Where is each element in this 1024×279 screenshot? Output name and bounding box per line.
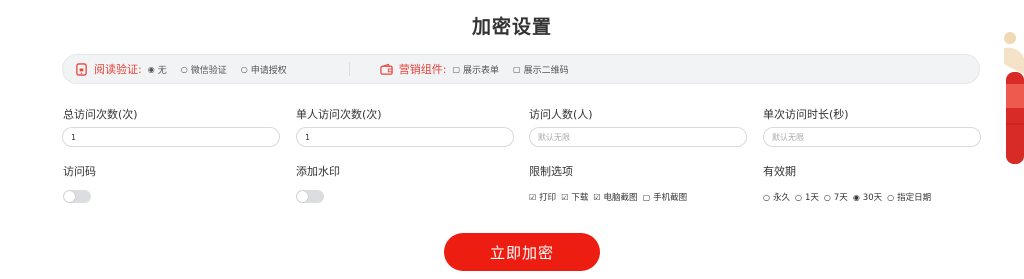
read-verify-option-wechat[interactable]: ○ 微信验证	[181, 63, 227, 76]
read-verify-label: 阅读验证:	[94, 63, 142, 76]
visit-duration-label: 单次访问时长(秒)	[763, 108, 849, 121]
validity-option-custom-date[interactable]: ○ 指定日期	[887, 191, 932, 204]
read-verify-group: 阅读验证: ◉ 无 ○ 微信验证 ○ 申请授权	[75, 61, 301, 77]
validity-options: ○ 永久 ○ 1天 ○ 7天 ◉ 30天 ○ 指定日期	[763, 191, 936, 204]
encrypt-now-button[interactable]: 立即加密	[444, 233, 600, 271]
marketing-label: 营销组件:	[398, 63, 447, 76]
radio-icon: ○	[823, 192, 831, 202]
phone-lock-icon	[76, 62, 87, 76]
access-code-label: 访问码	[63, 165, 96, 178]
option-label: 电脑截图	[603, 193, 638, 203]
encryption-settings-page: 加密设置 阅读验证: ◉ 无 ○ 微信验证 ○ 申请授权 营销组件: ▢ 展示表…	[0, 0, 1024, 279]
option-label: 1天	[804, 193, 819, 203]
restrictions-options: ☑ 打印 ☑ 下载 ☑ 电脑截图 ▢ 手机截图	[529, 191, 692, 204]
per-user-visits-label: 单人访问次数(次)	[296, 108, 382, 121]
visitor-count-input[interactable]	[529, 127, 747, 147]
option-label: 无	[157, 65, 167, 76]
checkbox-checked-icon: ☑	[593, 192, 601, 202]
radio-selected-icon: ◉	[852, 192, 860, 202]
option-label: 打印	[539, 193, 557, 203]
radio-icon: ○	[887, 192, 895, 202]
option-label: 展示二维码	[523, 65, 569, 76]
restriction-download-checkbox[interactable]: ☑ 下载	[561, 191, 589, 204]
checkbox-icon: ▢	[452, 64, 460, 74]
page-title: 加密设置	[471, 16, 552, 38]
watermark-label: 添加水印	[296, 165, 340, 178]
checkbox-icon: ▢	[513, 64, 521, 74]
radio-icon: ○	[795, 192, 802, 202]
option-label: 手机截图	[653, 193, 688, 203]
validity-option-permanent[interactable]: ○ 永久	[763, 191, 790, 204]
total-visits-input[interactable]	[62, 127, 280, 147]
restriction-print-checkbox[interactable]: ☑ 打印	[529, 191, 557, 204]
restriction-pc-screenshot-checkbox[interactable]: ☑ 电脑截图	[593, 191, 638, 204]
toggle-knob	[297, 191, 308, 202]
watermark-toggle[interactable]	[296, 190, 324, 203]
radio-icon: ○	[180, 64, 188, 74]
access-code-toggle[interactable]	[63, 190, 91, 203]
option-label: 7天	[833, 193, 848, 203]
option-label: 申请授权	[250, 65, 287, 76]
floating-promo-widget[interactable]	[996, 24, 1024, 184]
checkbox-checked-icon: ☑	[561, 192, 569, 202]
marketing-option-qrcode[interactable]: ▢ 展示二维码	[513, 63, 569, 76]
marketing-option-form[interactable]: ▢ 展示表单	[452, 63, 499, 76]
validity-label: 有效期	[763, 165, 796, 178]
restriction-mobile-screenshot-checkbox[interactable]: ▢ 手机截图	[642, 191, 688, 204]
radio-icon: ○	[240, 64, 248, 74]
radio-selected-icon: ◉	[147, 64, 155, 74]
toggle-knob	[64, 191, 75, 202]
restrictions-label: 限制选项	[529, 165, 573, 178]
option-label: 下载	[571, 193, 589, 203]
validity-option-7days[interactable]: ○ 7天	[823, 191, 848, 204]
settings-bar: 阅读验证: ◉ 无 ○ 微信验证 ○ 申请授权 营销组件: ▢ 展示表单 ▢ 展…	[62, 54, 980, 84]
option-label: 30天	[862, 193, 883, 203]
read-verify-option-none[interactable]: ◉ 无	[148, 63, 167, 76]
option-label: 微信验证	[190, 65, 227, 76]
radio-icon: ○	[763, 192, 770, 202]
checkbox-checked-icon: ☑	[529, 192, 537, 202]
per-user-visits-input[interactable]	[296, 127, 514, 147]
option-label: 展示表单	[463, 65, 500, 76]
validity-option-30days[interactable]: ◉ 30天	[852, 191, 883, 204]
total-visits-label: 总访问次数(次)	[63, 108, 138, 121]
marketing-group: 营销组件: ▢ 展示表单 ▢ 展示二维码	[380, 61, 583, 77]
read-verify-option-request[interactable]: ○ 申请授权	[241, 63, 287, 76]
wallet-icon	[380, 63, 393, 75]
option-label: 永久	[772, 193, 790, 203]
validity-option-1day[interactable]: ○ 1天	[795, 191, 819, 204]
option-label: 指定日期	[897, 193, 932, 203]
checkbox-icon: ▢	[642, 192, 651, 202]
visitor-count-label: 访问人数(人)	[529, 108, 593, 121]
divider	[348, 62, 350, 76]
visit-duration-input[interactable]	[763, 127, 981, 147]
